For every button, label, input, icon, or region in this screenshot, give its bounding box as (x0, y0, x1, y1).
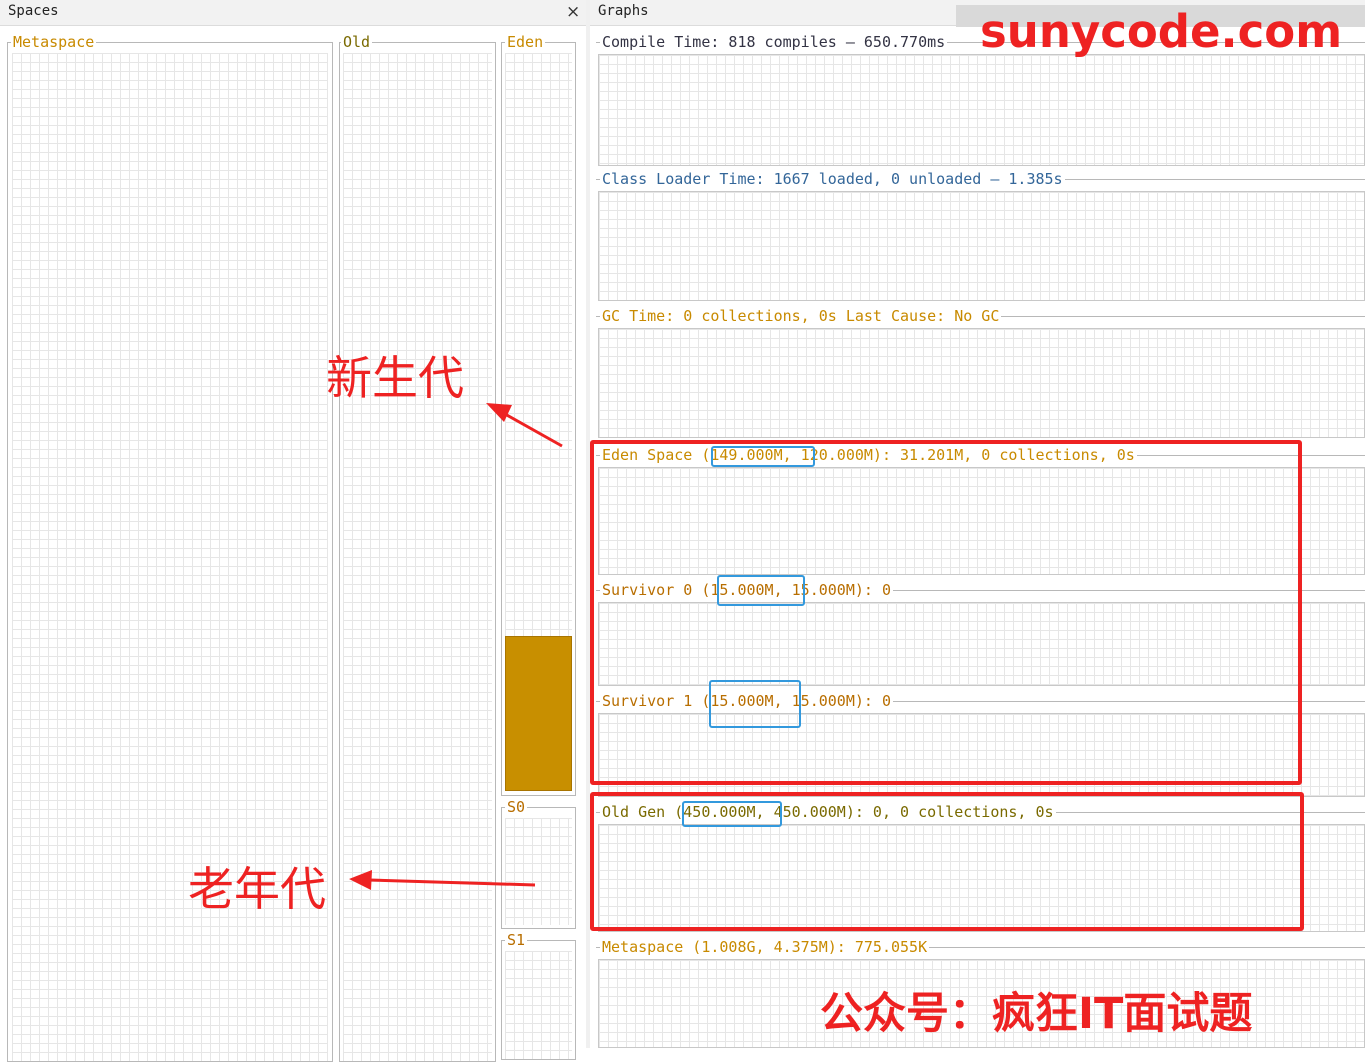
s0-column-label: S0 (505, 798, 528, 816)
old-gen-frame (590, 792, 1304, 931)
eden-grid (505, 53, 572, 791)
watermark-top: sunycode.com (980, 5, 1343, 58)
eden-column-label: Eden (505, 33, 546, 51)
close-icon[interactable]: × (566, 2, 580, 22)
old-grid (343, 53, 492, 1061)
compile-time-graph (598, 54, 1365, 166)
s1-column-label: S1 (505, 931, 528, 949)
s1-column (501, 940, 576, 1060)
s1-grid (505, 951, 572, 1059)
s0-grid (505, 818, 572, 925)
spaces-panel-title: Spaces (8, 3, 59, 19)
old-column (339, 42, 496, 1062)
compile-time-title: Compile Time: 818 compiles – 650.770ms (600, 33, 948, 51)
eden-column (501, 42, 576, 796)
gc-time-title: GC Time: 0 collections, 0s Last Cause: N… (600, 307, 1002, 325)
old-column-label: Old (341, 33, 373, 51)
old-gen-annotation: 老年代 (188, 862, 326, 916)
class-loader-title: Class Loader Time: 1667 loaded, 0 unload… (600, 170, 1065, 188)
young-gen-annotation: 新生代 (326, 351, 464, 405)
metaspace-title: Metaspace (1.008G, 4.375M): 775.055K (600, 938, 930, 956)
spaces-panel-header: Spaces (0, 0, 586, 26)
gc-time-graph (598, 328, 1365, 438)
graphs-panel-title: Graphs (598, 3, 649, 19)
class-loader-graph (598, 191, 1365, 301)
young-gen-frame (590, 440, 1302, 785)
eden-usage-fill (505, 636, 572, 791)
watermark-bottom: 公众号：疯狂IT面试题 (820, 989, 1253, 1039)
s0-column (501, 807, 576, 929)
metaspace-column-label: Metaspace (11, 33, 97, 51)
